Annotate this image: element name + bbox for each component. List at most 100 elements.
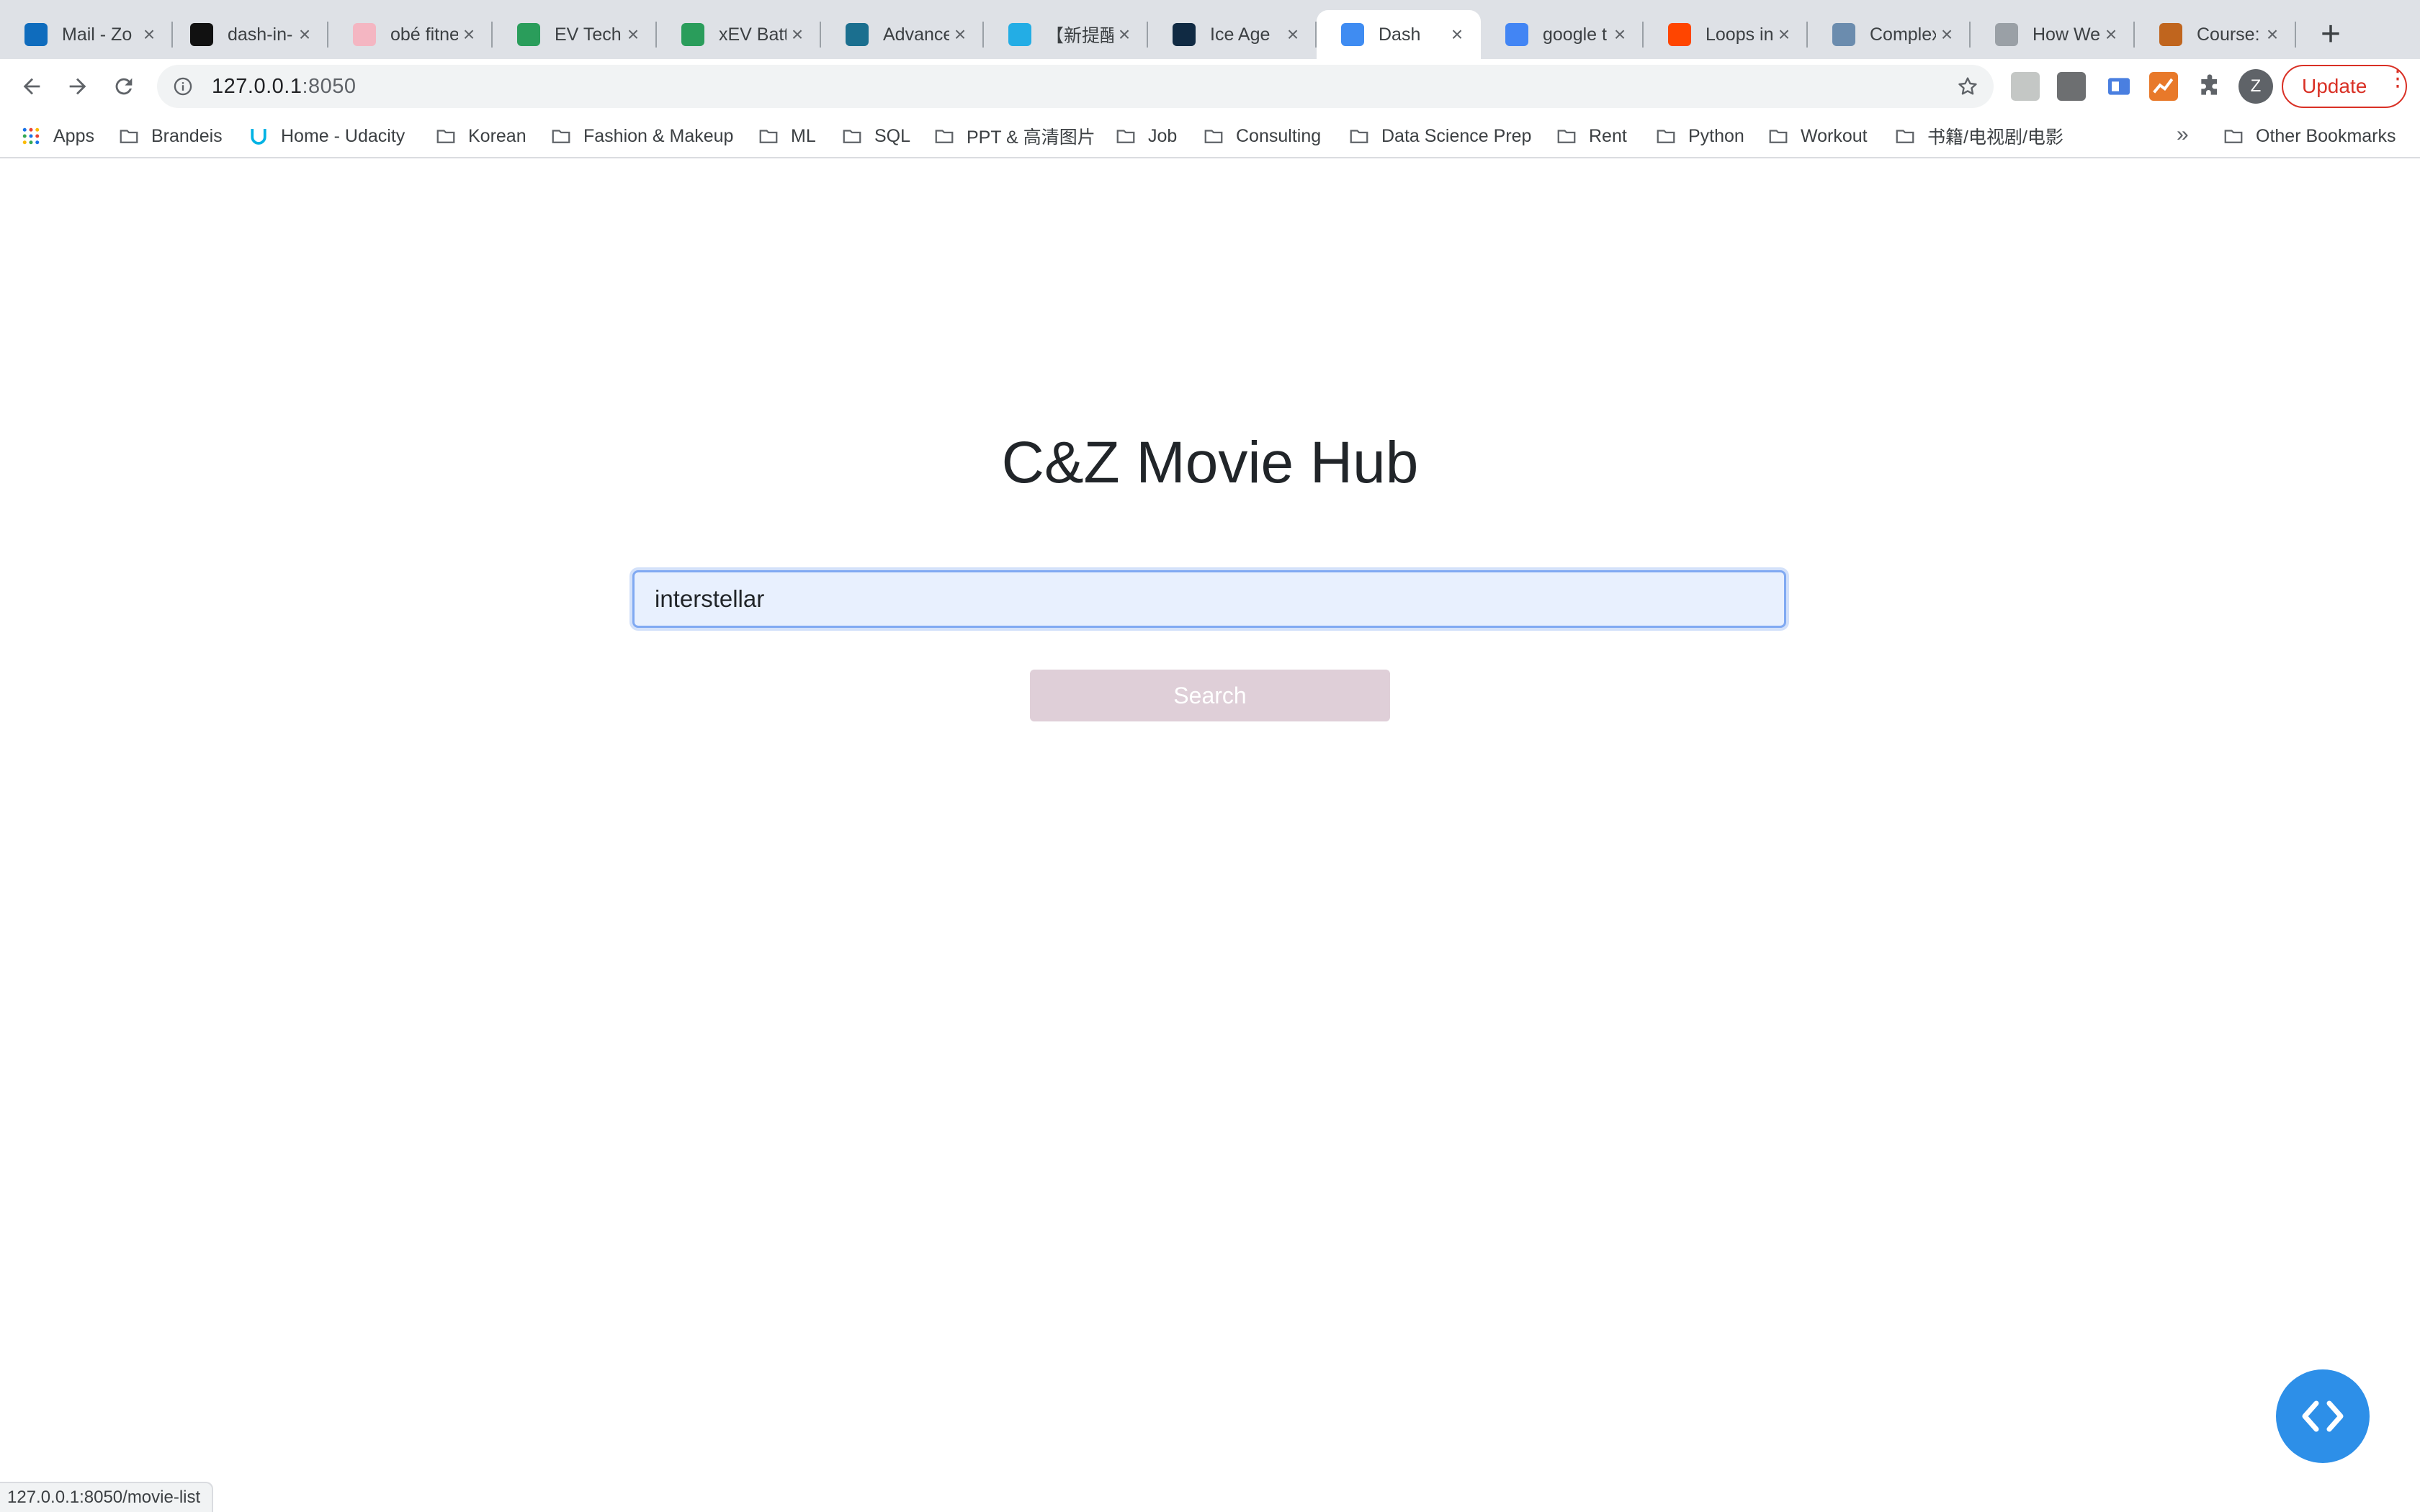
bookmark-label: Consulting (1236, 125, 1322, 146)
back-button[interactable] (14, 69, 49, 104)
tab-title: Loops in (1706, 24, 1773, 45)
browser-tab[interactable]: obé fitne × (328, 10, 493, 59)
bookmarks-overflow-chevron-icon[interactable]: » (2177, 122, 2189, 147)
tab-close-icon[interactable]: × (1113, 24, 1135, 45)
bilibili-icon (1008, 23, 1031, 46)
address-bar[interactable]: 127.0.0.1:8050 (157, 65, 1994, 108)
movie-search-input[interactable] (632, 570, 1786, 628)
arrow-right-icon (69, 78, 86, 95)
tab-close-icon[interactable]: × (458, 24, 480, 45)
browser-tab[interactable]: Mail - Zo × (0, 10, 173, 59)
browser-tab[interactable]: Ice Age × (1148, 10, 1317, 59)
dash-debug-button[interactable] (2276, 1369, 2370, 1463)
bookmark-label: ML (791, 125, 816, 146)
puzzle-glyph-icon (2201, 74, 2217, 95)
bookmark-item[interactable]: 书籍/电视剧/电影 (1894, 121, 2063, 151)
tab-close-icon[interactable]: × (949, 24, 971, 45)
bookmark-label: Job (1148, 125, 1178, 146)
bookmark-other[interactable]: Other Bookmarks (2223, 121, 2396, 151)
bookmark-item[interactable]: SQL (841, 121, 910, 151)
browser-tab[interactable]: Loops in × (1644, 10, 1808, 59)
reload-button[interactable] (107, 69, 141, 104)
browser-tab[interactable]: google t × (1481, 10, 1644, 59)
bookmark-item[interactable]: Brandeis (118, 121, 223, 151)
browser-tab[interactable]: Course: × (2135, 10, 2296, 59)
tab-close-icon[interactable]: × (786, 24, 808, 45)
tab-close-icon[interactable]: × (294, 24, 315, 45)
bookmark-label: Workout (1801, 125, 1868, 146)
trend-icon (2153, 78, 2174, 94)
dash-icon (1341, 23, 1364, 46)
bookmark-label: PPT & 高清图片 (967, 127, 1095, 148)
tab-close-icon[interactable]: × (1936, 24, 1958, 45)
arrow-left-icon (23, 78, 40, 95)
bookmark-label: Brandeis (151, 125, 223, 146)
bookmark-item[interactable]: Python (1655, 121, 1744, 151)
bookmark-item[interactable]: Consulting (1203, 121, 1321, 151)
extension-chart-icon[interactable] (2149, 72, 2178, 101)
tab-close-icon[interactable]: × (1609, 24, 1631, 45)
info-icon[interactable] (173, 76, 193, 96)
iceage-icon (1173, 23, 1196, 46)
extension-hubspot-icon[interactable] (2057, 72, 2086, 101)
tab-title: dash-in- (228, 24, 293, 45)
extension-reader-icon[interactable] (2105, 72, 2133, 101)
folder-icon (935, 130, 954, 143)
bookmark-label: Rent (1589, 125, 1627, 146)
browser-tab[interactable]: Dash × (1317, 10, 1481, 59)
browser-tab[interactable]: Complex × (1808, 10, 1971, 59)
tab-title: Dash (1379, 24, 1421, 45)
new-tab-button[interactable]: + (2311, 14, 2351, 55)
extension-translate-icon[interactable] (2011, 72, 2040, 101)
tab-title: Mail - Zo (62, 24, 133, 45)
tab-title: Course: (2197, 24, 2260, 45)
folder-icon (843, 130, 861, 143)
bookmark-label: Python (1688, 125, 1744, 146)
tab-close-icon[interactable]: × (1446, 24, 1468, 45)
folder-icon (1769, 130, 1788, 143)
tab-title: EV Techn (555, 24, 622, 45)
tab-close-icon[interactable]: × (1282, 24, 1304, 45)
browser-tab[interactable]: xEV Batt × (657, 10, 821, 59)
bookmark-item[interactable]: ML (758, 121, 816, 151)
browser-tab[interactable]: How We × (1971, 10, 2135, 59)
bookmark-item[interactable]: Workout (1767, 121, 1868, 151)
tab-close-icon[interactable]: × (2262, 24, 2283, 45)
folder-icon (1204, 130, 1223, 143)
page-title: C&Z Movie Hub (1001, 430, 1419, 495)
update-button[interactable]: Update ⋮ (2282, 65, 2408, 108)
browser-tab[interactable]: dash-in- × (166, 10, 328, 59)
browser-tab[interactable]: 【新提醒 × (984, 10, 1148, 59)
tab-close-icon[interactable]: × (1773, 24, 1795, 45)
bookmark-item[interactable]: Korean (435, 121, 526, 151)
bookmark-label: Data Science Prep (1381, 125, 1532, 146)
bookmark-item[interactable]: Rent (1556, 121, 1627, 151)
tab-close-icon[interactable]: × (138, 24, 160, 45)
bookmark-item[interactable]: Data Science Prep (1348, 121, 1531, 151)
bookmark-item[interactable]: Apps (20, 121, 94, 151)
extensions-puzzle-icon[interactable] (2195, 72, 2224, 101)
udacity-icon (251, 129, 266, 145)
folder-icon (1116, 130, 1135, 143)
bookmark-star-icon[interactable] (1956, 75, 1979, 98)
bookmark-label: Fashion & Makeup (583, 125, 734, 146)
browser-tab[interactable]: EV Techn× (493, 10, 657, 59)
bookmark-item[interactable]: PPT & 高清图片 (933, 121, 1095, 151)
bookmark-item[interactable]: Job (1115, 121, 1177, 151)
browser-tab[interactable]: Advance × (821, 10, 984, 59)
bookmark-item[interactable]: Home - Udacity (248, 121, 405, 151)
bookmark-label: 书籍/电视剧/电影 (1927, 127, 2063, 148)
advance-icon (846, 23, 869, 46)
tab-close-icon[interactable]: × (2100, 24, 2122, 45)
bookmark-label: SQL (874, 125, 911, 146)
tab-close-icon[interactable]: × (622, 24, 644, 45)
profile-avatar[interactable]: Z (2238, 69, 2273, 104)
url-host: 127.0.0.1 (212, 74, 302, 98)
bookmark-item[interactable]: Fashion & Makeup (550, 121, 733, 151)
tab-title: obé fitne (390, 24, 458, 45)
bookmark-label: Other Bookmarks (2256, 125, 2396, 146)
search-button[interactable]: Search (1030, 670, 1390, 721)
browser-toolbar: 127.0.0.1:8050 Z Update ⋮ (0, 59, 2420, 114)
link-status-bar: 127.0.0.1:8050/movie-list (0, 1482, 214, 1512)
forward-button[interactable] (60, 69, 95, 104)
